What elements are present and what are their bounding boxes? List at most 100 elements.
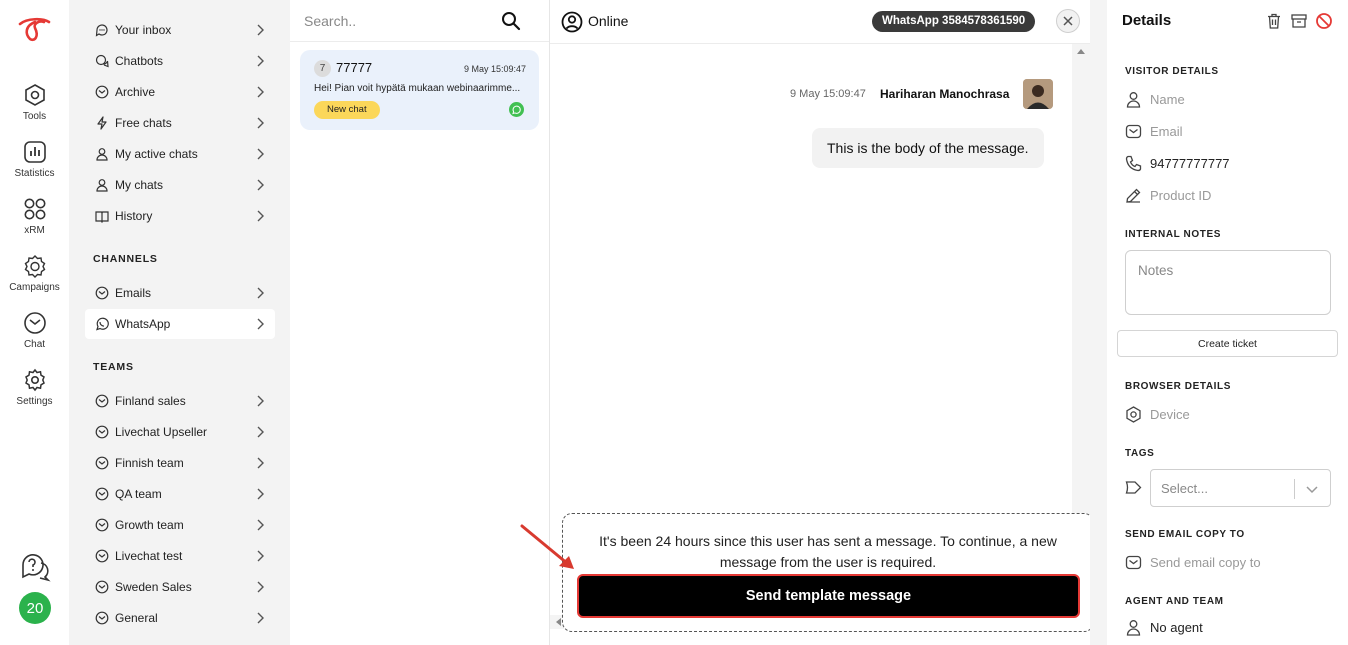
notification-count-badge[interactable]: 20 xyxy=(19,592,51,624)
nav-item-team-growth-team[interactable]: Growth team xyxy=(85,510,275,540)
team-chat-icon xyxy=(95,611,109,625)
chevron-down-icon[interactable] xyxy=(1305,482,1319,496)
visitor-name-field[interactable]: Name xyxy=(1125,89,1335,109)
nav-item-whatsapp[interactable]: WhatsApp xyxy=(85,309,275,339)
nav-item-team-finland-sales[interactable]: Finland sales xyxy=(85,386,275,416)
nav-item-team-sweden-sales[interactable]: Sweden Sales xyxy=(85,572,275,602)
nav-item-history[interactable]: History xyxy=(85,201,275,231)
rail-item-chat[interactable]: Chat xyxy=(0,311,69,350)
agent-value: No agent xyxy=(1150,619,1203,635)
nav-item-team-general[interactable]: General xyxy=(85,603,275,633)
internal-notes-input[interactable] xyxy=(1125,250,1331,315)
rail-item-settings[interactable]: Settings xyxy=(0,368,69,407)
chat-count-badge: 7 xyxy=(314,60,331,77)
nav-item-label: Free chats xyxy=(115,116,172,130)
product-id-placeholder: Product ID xyxy=(1150,187,1212,203)
inbox-chat-icon xyxy=(95,23,109,37)
avatar xyxy=(1023,79,1053,109)
rail-item-statistics[interactable]: Statistics xyxy=(0,140,69,179)
nav-item-my-chats[interactable]: My chats xyxy=(85,170,275,200)
nav-item-free-chats[interactable]: Free chats xyxy=(85,108,275,138)
teams-heading: TEAMS xyxy=(93,361,134,373)
brand-logo[interactable] xyxy=(17,16,53,44)
conversation-header: Online WhatsApp 3584578361590 xyxy=(550,0,1090,44)
visitor-product-id-field[interactable]: Product ID xyxy=(1125,185,1335,205)
nav-item-label: History xyxy=(115,209,153,223)
nav-item-team-livechat-test[interactable]: Livechat test xyxy=(85,541,275,571)
search-input[interactable] xyxy=(304,10,494,32)
nav-item-your-inbox[interactable]: Your inbox xyxy=(85,15,275,45)
close-icon xyxy=(1063,16,1073,26)
app-rail: Tools Statistics xRM Campaigns Chat Sett… xyxy=(0,0,69,645)
scroll-left-icon[interactable] xyxy=(556,618,561,626)
tags-heading: TAGS xyxy=(1125,448,1155,459)
panel-divider xyxy=(1090,0,1107,645)
nav-item-label: General xyxy=(115,611,158,625)
new-chat-badge: New chat xyxy=(314,101,380,119)
send-email-copy-field[interactable]: Send email copy to xyxy=(1125,552,1335,572)
agent-status[interactable]: Online xyxy=(588,13,628,29)
rail-label: Settings xyxy=(16,396,53,407)
create-ticket-button[interactable]: Create ticket xyxy=(1117,330,1338,357)
rail-item-tools[interactable]: Tools xyxy=(0,83,69,122)
rail-item-campaigns[interactable]: Campaigns xyxy=(0,254,69,293)
rail-label: Campaigns xyxy=(9,282,60,293)
help-chat-icon[interactable] xyxy=(19,551,51,583)
details-panel: Details VISITOR DETAILS Name Email 94777… xyxy=(1107,0,1348,645)
chevron-right-icon xyxy=(255,394,265,408)
search-bar xyxy=(290,0,549,42)
chat-contact-name: 77777 xyxy=(336,60,373,75)
chevron-right-icon xyxy=(255,116,265,130)
chevron-right-icon xyxy=(255,54,265,68)
annotation-arrow-icon xyxy=(518,522,580,574)
rail-label: Statistics xyxy=(14,168,55,179)
agent-field[interactable]: No agent xyxy=(1125,617,1335,637)
nav-item-label: Finnish team xyxy=(115,456,184,470)
chat-preview: Hei! Pian voit hypätä mukaan webinaarimm… xyxy=(314,83,521,94)
user-icon xyxy=(1125,619,1142,636)
send-template-message-button[interactable]: Send template message xyxy=(577,574,1080,618)
tags-select[interactable]: Select... xyxy=(1150,469,1331,507)
archive-icon[interactable] xyxy=(1290,12,1308,30)
visitor-email-placeholder: Email xyxy=(1150,123,1183,139)
chevron-right-icon xyxy=(255,147,265,161)
rail-label: xRM xyxy=(24,225,45,236)
email-icon xyxy=(95,286,109,300)
chat-timestamp: 9 May 15:09:47 xyxy=(463,64,526,74)
close-chat-button[interactable] xyxy=(1056,9,1080,33)
nav-item-my-active-chats[interactable]: My active chats xyxy=(85,139,275,169)
xrm-grid-icon xyxy=(23,197,47,221)
search-icon[interactable] xyxy=(501,11,521,31)
archive-chat-icon xyxy=(95,85,109,99)
nav-item-label: Archive xyxy=(115,85,156,99)
block-icon[interactable] xyxy=(1315,12,1333,30)
scroll-up-icon[interactable] xyxy=(1077,49,1085,54)
visitor-phone-field[interactable]: 94777777777 xyxy=(1125,153,1335,173)
send-email-copy-heading: SEND EMAIL COPY TO xyxy=(1125,529,1245,540)
nav-item-archive[interactable]: Archive xyxy=(85,77,275,107)
nav-item-team-livechat-upseller[interactable]: Livechat Upseller xyxy=(85,417,275,447)
lightning-icon xyxy=(95,116,109,130)
rail-item-xrm[interactable]: xRM xyxy=(0,197,69,236)
chevron-right-icon xyxy=(255,317,265,331)
visitor-email-field[interactable]: Email xyxy=(1125,121,1335,141)
chat-list-item[interactable]: 7 77777 9 May 15:09:47 Hei! Pian voit hy… xyxy=(300,50,539,130)
nav-sidebar: Your inbox Chatbots Archive Free chats M… xyxy=(69,0,290,645)
tags-select-placeholder: Select... xyxy=(1161,481,1208,496)
notice-text: It's been 24 hours since this user has s… xyxy=(599,533,1057,570)
nav-item-label: My chats xyxy=(115,178,164,192)
whatsapp-channel-pill: WhatsApp 3584578361590 xyxy=(872,11,1036,32)
nav-item-team-qa-team[interactable]: QA team xyxy=(85,479,275,509)
nav-item-emails[interactable]: Emails xyxy=(85,278,275,308)
trash-icon[interactable] xyxy=(1265,12,1283,30)
chevron-right-icon xyxy=(255,209,265,223)
nav-item-chatbots[interactable]: Chatbots xyxy=(85,46,275,76)
visitor-name-placeholder: Name xyxy=(1150,91,1185,107)
book-icon xyxy=(95,209,109,223)
user-icon xyxy=(95,178,109,192)
nav-item-team-finnish-team[interactable]: Finnish team xyxy=(85,448,275,478)
team-chat-icon xyxy=(95,549,109,563)
nav-item-label: Emails xyxy=(115,286,152,300)
conversation-panel: Online WhatsApp 3584578361590 9 May 15:0… xyxy=(550,0,1094,645)
chat-list-panel: 7 77777 9 May 15:09:47 Hei! Pian voit hy… xyxy=(290,0,550,645)
